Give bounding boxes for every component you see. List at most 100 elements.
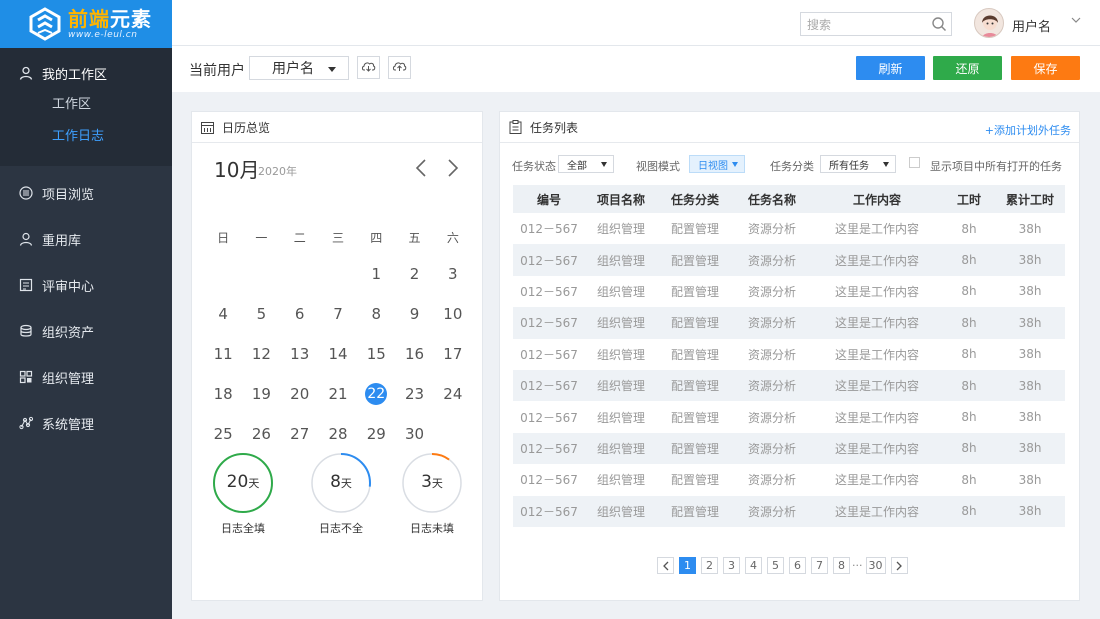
page-button[interactable]: 3 (723, 557, 740, 574)
table-cell: 012－567 (520, 347, 578, 362)
table-cell: 组织管理 (596, 473, 645, 488)
avatar[interactable] (974, 8, 1004, 38)
calendar-day[interactable]: 19 (242, 374, 280, 414)
view-mode-label: 视图模式 (636, 160, 680, 173)
calendar-day[interactable]: 7 (319, 294, 357, 334)
nav-my-workspace[interactable]: 我的工作区 (0, 60, 172, 86)
view-mode-select[interactable]: 日视图 (689, 155, 745, 173)
calendar-day[interactable]: 26 (242, 414, 280, 454)
calendar-day[interactable]: 29 (357, 414, 395, 454)
chevron-left-icon[interactable] (414, 158, 428, 181)
calendar-day[interactable]: 5 (242, 294, 280, 334)
brand-logo[interactable]: 前端元素 www.e-leul.cn (0, 0, 172, 48)
calendar-day[interactable]: 3 (434, 254, 472, 294)
table-cell: 组织管理 (596, 222, 645, 237)
calendar-day[interactable]: 20 (281, 374, 319, 414)
nav-review-center[interactable]: 评审中心 (0, 262, 172, 308)
user-icon (18, 65, 34, 81)
cloud-download-button[interactable] (357, 56, 380, 79)
calendar-empty-cell (434, 414, 472, 454)
calendar-day[interactable]: 6 (281, 294, 319, 334)
table-row[interactable]: 012－567 组织管理 配置管理 资源分析 这里是工作内容 8h 38h (513, 401, 1065, 432)
nav-reuse-library[interactable]: 重用库 (0, 216, 172, 262)
nav-org-management[interactable]: 组织管理 (0, 354, 172, 400)
progress-ring: 8天 (310, 452, 372, 514)
table-row[interactable]: 012－567 组织管理 配置管理 资源分析 这里是工作内容 8h 38h (513, 244, 1065, 276)
chevron-right-icon[interactable] (446, 158, 460, 181)
brand-url: www.e-leul.cn (68, 29, 138, 40)
page-button[interactable]: 2 (701, 557, 718, 574)
calendar-day[interactable]: 21 (319, 374, 357, 414)
status-filter-select[interactable]: 全部 (558, 155, 614, 173)
calendar-day[interactable]: 28 (319, 414, 357, 454)
show-open-tasks-checkbox[interactable] (909, 157, 920, 168)
page-button[interactable]: 7 (811, 557, 828, 574)
table-row[interactable]: 012－567 组织管理 配置管理 资源分析 这里是工作内容 8h 38h (513, 464, 1065, 495)
category-filter-select[interactable]: 所有任务 (820, 155, 896, 173)
calendar-day[interactable]: 2 (395, 254, 433, 294)
calendar-icon (201, 121, 214, 134)
table-row[interactable]: 012－567 组织管理 配置管理 资源分析 这里是工作内容 8h 38h (513, 307, 1065, 339)
table-cell: 38h (1018, 221, 1042, 236)
calendar-day[interactable]: 18 (204, 374, 242, 414)
calendar-day[interactable]: 13 (281, 334, 319, 374)
calendar-day[interactable]: 4 (204, 294, 242, 334)
refresh-button[interactable]: 刷新 (856, 56, 925, 80)
network-icon (18, 415, 34, 431)
table-row[interactable]: 012－567 组织管理 配置管理 资源分析 这里是工作内容 8h 38h (513, 276, 1065, 307)
table-row[interactable]: 012－567 组织管理 配置管理 资源分析 这里是工作内容 8h 38h (513, 213, 1065, 244)
prev-page-button[interactable] (657, 557, 674, 574)
page-button-last[interactable]: 30 (865, 557, 886, 574)
calendar-day[interactable]: 14 (319, 334, 357, 374)
cloud-upload-button[interactable] (388, 56, 411, 79)
weekday: 日 (217, 230, 230, 245)
user-select[interactable]: 用户名 (249, 56, 349, 80)
calendar-day[interactable]: 1 (357, 254, 395, 294)
calendar-day[interactable]: 16 (395, 334, 433, 374)
cloud-download-icon (361, 60, 376, 75)
nav-org-assets[interactable]: 组织资产 (0, 308, 172, 354)
calendar-day[interactable]: 25 (204, 414, 242, 454)
page-button[interactable]: 1 (679, 557, 696, 574)
calendar-day[interactable]: 17 (434, 334, 472, 374)
nav-project-browse[interactable]: 项目浏览 (0, 170, 172, 216)
column-header: 累计工时 (995, 185, 1065, 213)
table-row[interactable]: 012－567 组织管理 配置管理 资源分析 这里是工作内容 8h 38h (513, 369, 1065, 402)
nav-workspace[interactable]: 工作区 (0, 86, 172, 118)
calendar-day[interactable]: 8 (357, 294, 395, 334)
search-icon[interactable] (931, 16, 947, 35)
page-button[interactable]: 4 (745, 557, 762, 574)
add-unplanned-task-link[interactable]: +添加计划外任务 (985, 122, 1071, 138)
table-cell: 配置管理 (670, 222, 719, 237)
calendar-day[interactable]: 24 (434, 374, 472, 414)
page-button[interactable]: 5 (767, 557, 784, 574)
table-row[interactable]: 012－567 组织管理 配置管理 资源分析 这里是工作内容 8h 38h (513, 495, 1065, 527)
calendar-weekday-row: 日 一 二 三 四 五 六 (204, 220, 472, 254)
page-button[interactable]: 6 (789, 557, 806, 574)
calendar-day[interactable]: 23 (395, 374, 433, 414)
calendar-day[interactable]: 15 (357, 334, 395, 374)
log-missing-stat: 3天 日志未填 (401, 452, 463, 536)
chevron-down-icon[interactable] (1070, 14, 1082, 29)
calendar-day[interactable]: 27 (281, 414, 319, 454)
calendar-day-today[interactable]: 22 (357, 374, 395, 414)
save-button[interactable]: 保存 (1011, 56, 1080, 80)
search-input[interactable]: 搜索 (800, 12, 952, 36)
table-row[interactable]: 012－567 组织管理 配置管理 资源分析 这里是工作内容 8h 38h (513, 339, 1065, 370)
table-cell: 012－567 (513, 432, 585, 465)
restore-button[interactable]: 还原 (933, 56, 1002, 80)
calendar-day[interactable]: 9 (395, 294, 433, 334)
table-cell: 资源分析 (747, 222, 796, 237)
nav-work-log[interactable]: 工作日志 (0, 118, 172, 150)
page-button[interactable]: 8 (833, 557, 850, 574)
username[interactable]: 用户名 (1012, 16, 1051, 35)
brand-title: 元素 (110, 6, 152, 31)
calendar-day[interactable]: 11 (204, 334, 242, 374)
table-cell: 组织管理 (585, 369, 657, 402)
calendar-day[interactable]: 30 (395, 414, 433, 454)
calendar-day[interactable]: 12 (242, 334, 280, 374)
next-page-button[interactable] (890, 557, 908, 574)
calendar-day[interactable]: 10 (434, 294, 472, 334)
table-row[interactable]: 012－567 组织管理 配置管理 资源分析 这里是工作内容 8h 38h (513, 432, 1065, 465)
nav-system-management[interactable]: 系统管理 (0, 400, 172, 446)
